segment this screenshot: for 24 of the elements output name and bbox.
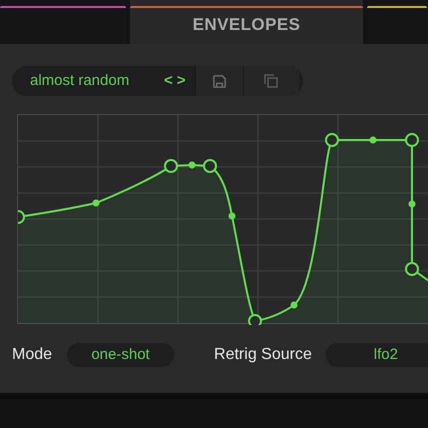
node-handle[interactable]	[248, 314, 262, 325]
node-handle[interactable]	[18, 210, 25, 224]
setting-label: Retrig Source	[214, 345, 312, 365]
node-handle[interactable]	[203, 159, 217, 173]
save-button[interactable]	[194, 66, 243, 96]
save-icon	[212, 74, 227, 88]
node-handle[interactable]	[164, 159, 178, 173]
setting-dropdown[interactable]: one-shot	[67, 343, 174, 367]
curve-handle[interactable]	[408, 200, 416, 208]
curve-handle[interactable]	[370, 136, 376, 144]
preset-name[interactable]: almost random	[12, 70, 162, 92]
node-handle[interactable]	[325, 133, 339, 147]
copy-icon	[263, 73, 280, 89]
curve-handle[interactable]	[290, 302, 298, 308]
next-preset-button[interactable]: >	[174, 70, 188, 92]
curve-handle[interactable]	[188, 162, 196, 168]
setting-label: Mode	[12, 345, 52, 365]
node-handle[interactable]	[405, 133, 419, 147]
node-handle[interactable]	[405, 262, 419, 276]
tab[interactable]: ENVELOPES	[130, 0, 363, 44]
curve-handle[interactable]	[92, 200, 100, 206]
setting-dropdown[interactable]: lfo2	[326, 343, 428, 367]
curve-handle[interactable]	[228, 212, 236, 220]
previous-preset-button[interactable]: <	[162, 70, 175, 92]
